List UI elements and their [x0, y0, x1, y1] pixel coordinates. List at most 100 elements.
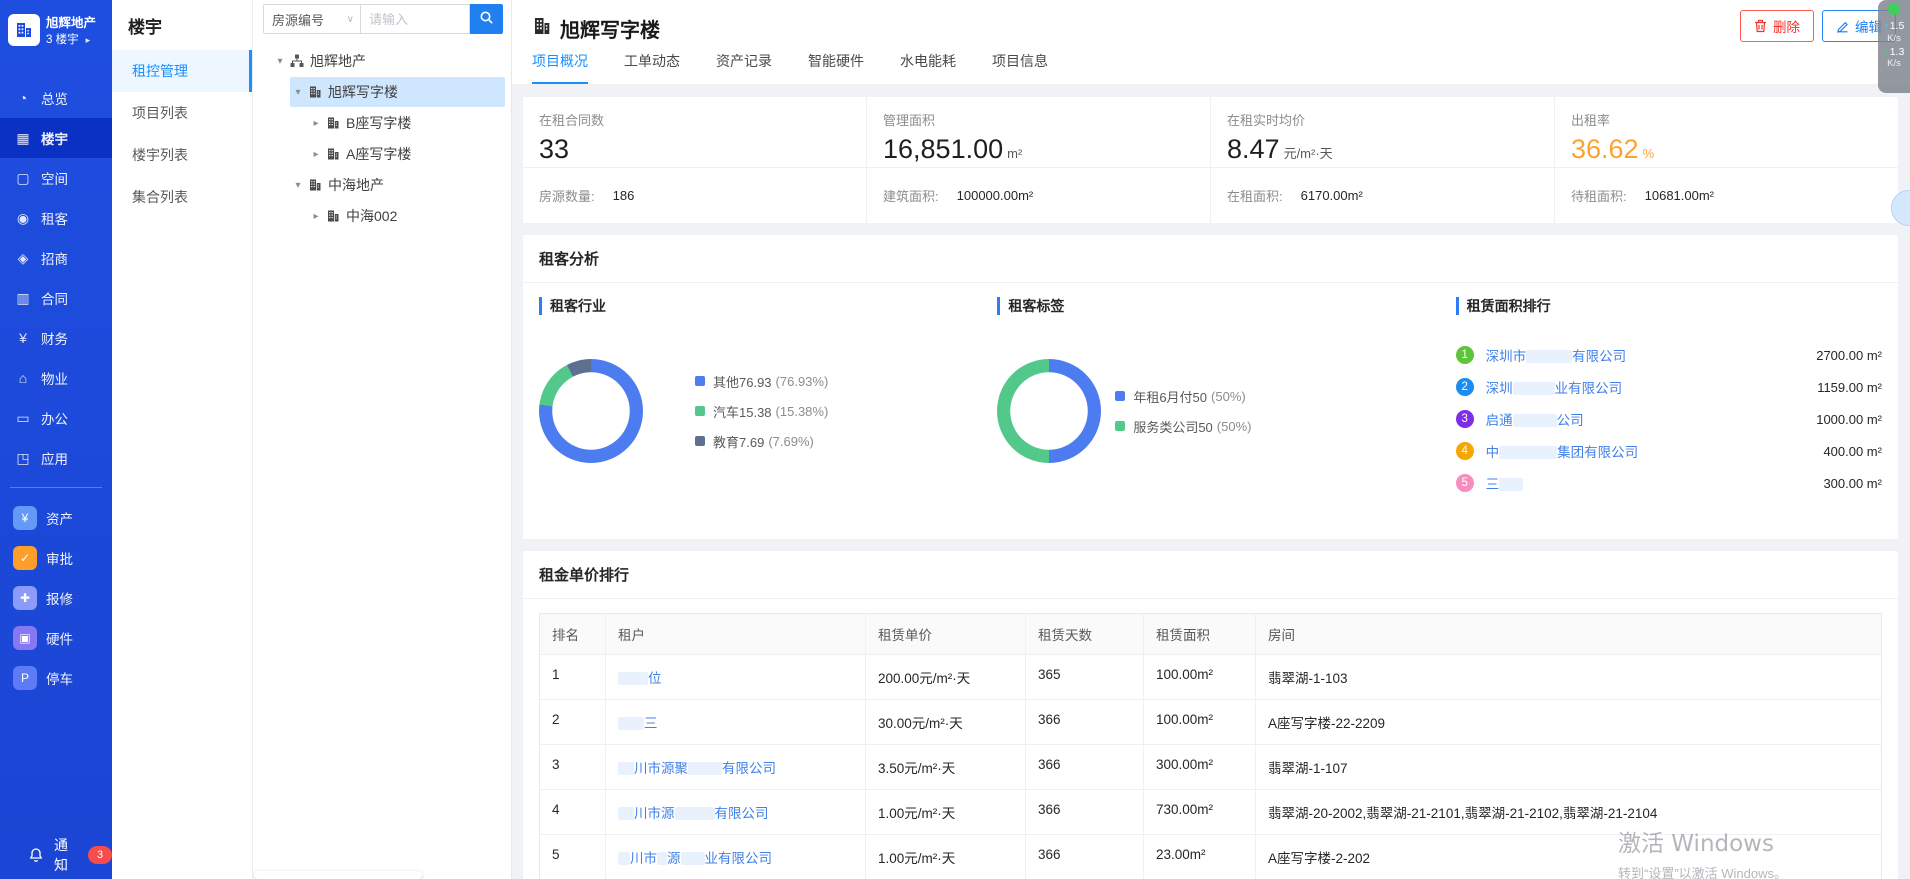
rank-cell: 5 [540, 835, 606, 879]
tab-utilities[interactable]: 水电能耗 [900, 51, 956, 84]
net-speed-overlay[interactable]: ↑1.5 K/s ↓1.3 K/s [1878, 0, 1910, 93]
sidebar-item-notifications[interactable]: 通知 3 [0, 837, 112, 873]
tab-work-orders[interactable]: 工单动态 [624, 51, 680, 84]
rooms-cell: A座写字楼-22-2209 [1256, 700, 1881, 744]
legend-label: 汽车15.38 [713, 402, 772, 421]
sidebar-item-space[interactable]: ▢空间 [0, 158, 112, 198]
column-header: 租赁面积 [1144, 614, 1256, 654]
sidebar-item-tenants[interactable]: ◉租客 [0, 198, 112, 238]
tree-node[interactable]: ▸中海002 [308, 201, 505, 231]
tree-node[interactable]: ▾旭辉写字楼 [290, 77, 505, 107]
legend-percent: (76.93%) [776, 374, 829, 389]
sidebar-item-property[interactable]: ⌂物业 [0, 358, 112, 398]
sidebar-item-label: 总览 [41, 88, 68, 108]
approval-icon: ✓ [13, 546, 37, 570]
collapse-arrow-icon[interactable]: ▾ [272, 56, 288, 67]
company-link[interactable]: 启通公司 [1486, 409, 1584, 429]
tenants-icon: ◉ [14, 210, 32, 227]
expand-arrow-icon[interactable]: ▸ [308, 149, 324, 160]
submenu-item-collection-list[interactable]: 集合列表 [112, 176, 252, 218]
delete-button[interactable]: 删除 [1740, 10, 1814, 42]
stat-出租率: 出租率36.62% [1555, 97, 1898, 167]
expand-caret-icon[interactable]: ▸ [86, 34, 91, 47]
company-link[interactable]: 中集团有限公司 [1486, 441, 1639, 461]
primary-nav: ◔总览▦楼宇▢空间◉租客◈招商▥合同¥财务⌂物业▭办公◳应用 [0, 78, 112, 478]
tenant-link[interactable]: 三 [618, 716, 658, 731]
collapse-arrow-icon[interactable]: ▾ [290, 87, 306, 98]
submenu-item-building-list[interactable]: 楼宇列表 [112, 134, 252, 176]
redaction-mask [1526, 350, 1572, 363]
tenant-name: 源 [667, 851, 681, 866]
ranking-row: 4中集团有限公司400.00 m² [1456, 435, 1882, 467]
tab-smart-hardware[interactable]: 智能硬件 [808, 51, 864, 84]
company-link[interactable]: 深圳市有限公司 [1486, 345, 1627, 365]
rank-badge: 2 [1456, 378, 1474, 396]
screen: 旭辉地产 3 楼宇 ▸ ◔总览▦楼宇▢空间◉租客◈招商▥合同¥财务⌂物业▭办公◳… [0, 0, 1910, 879]
rank-badge: 1 [1456, 346, 1474, 364]
sidebar-app-parking[interactable]: P停车 [0, 658, 112, 698]
price-cell: 1.00元/m²·天 [866, 835, 1026, 879]
sidebar-app-label: 停车 [46, 668, 73, 688]
ranking-row: 5三300.00 m² [1456, 467, 1882, 499]
column-header: 租赁单价 [866, 614, 1026, 654]
horizontal-scrollbar[interactable] [254, 871, 422, 879]
search-type-select[interactable]: 房源编号 ∨ [263, 4, 361, 34]
search-button[interactable] [470, 4, 503, 34]
substat-value: 10681.00m² [1645, 188, 1714, 203]
sidebar-item-contracts[interactable]: ▥合同 [0, 278, 112, 318]
building-icon [326, 209, 340, 223]
tenant-name: 三 [644, 716, 658, 731]
tenant-link[interactable]: 川市源聚有限公司 [618, 761, 776, 776]
submenu-item-rent-control[interactable]: 租控管理 [112, 50, 252, 92]
org-switcher[interactable]: 旭辉地产 3 楼宇 ▸ [0, 0, 112, 49]
stat-value: 33 [539, 134, 866, 165]
sidebar-item-office[interactable]: ▭办公 [0, 398, 112, 438]
tenant-name: 川市源聚 [634, 761, 688, 776]
price-rank-card: 租金单价排行 排名租户租赁单价租赁天数租赁面积房间1位200.00元/m²·天3… [523, 551, 1898, 879]
company-link[interactable]: 深圳业有限公司 [1486, 377, 1623, 397]
tenant-link[interactable]: 川市源有限公司 [618, 806, 769, 821]
expand-arrow-icon[interactable]: ▸ [308, 211, 324, 222]
collapse-arrow-icon[interactable]: ▾ [290, 180, 306, 191]
sidebar-app-hardware[interactable]: ▣硬件 [0, 618, 112, 658]
tree-node-label: B座写字楼 [346, 113, 411, 133]
legend-label: 年租6月付50 [1133, 387, 1207, 406]
tree-node[interactable]: ▾中海地产 [290, 170, 505, 200]
tenant-analysis-card: 租客分析 租客行业其他76.93(76.93%)汽车15.38(15.38%)教… [523, 235, 1898, 539]
rank-cell: 1 [540, 655, 606, 699]
tab-overview[interactable]: 项目概况 [532, 51, 588, 84]
sidebar-item-leasing[interactable]: ◈招商 [0, 238, 112, 278]
sidebar-app-approval[interactable]: ✓审批 [0, 538, 112, 578]
sidebar-item-label: 物业 [41, 368, 68, 388]
download-arrow-icon: ↓ [1884, 47, 1889, 58]
tree-node[interactable]: ▸ B座写字楼 [308, 108, 505, 138]
submenu-item-project-list[interactable]: 项目列表 [112, 92, 252, 134]
sidebar-item-finance[interactable]: ¥财务 [0, 318, 112, 358]
sidebar-item-label: 招商 [41, 248, 68, 268]
search-input[interactable] [361, 4, 470, 34]
sidebar-app-assets[interactable]: ¥资产 [0, 498, 112, 538]
days-cell: 366 [1026, 835, 1144, 879]
sidebar-item-buildings[interactable]: ▦楼宇 [0, 118, 112, 158]
tree-node[interactable]: ▸A座写字楼 [308, 139, 505, 169]
section-title: 租客标签 [997, 297, 1423, 315]
legend-swatch [695, 406, 705, 416]
tab-project-info[interactable]: 项目信息 [992, 51, 1048, 84]
expand-arrow-icon[interactable]: ▸ [308, 118, 324, 129]
legend-item: 汽车15.38(15.38%) [695, 402, 828, 421]
submenu-title: 楼宇 [112, 0, 252, 50]
search-bar: 房源编号 ∨ [252, 0, 511, 38]
sidebar-item-apps[interactable]: ◳应用 [0, 438, 112, 478]
tenant-link[interactable]: 川市源业有限公司 [618, 851, 772, 866]
apps-icon: ◳ [14, 450, 32, 467]
tenant-cell: 三 [606, 700, 866, 744]
sidebar-app-repair[interactable]: ✚报修 [0, 578, 112, 618]
tree-node[interactable]: ▾旭辉地产 [272, 46, 505, 76]
sidebar-item-overview[interactable]: ◔总览 [0, 78, 112, 118]
table-row: 3川市源聚有限公司3.50元/m²·天366300.00m²翡翠湖-1-107 [540, 744, 1881, 789]
ranking-row: 1深圳市有限公司2700.00 m² [1456, 339, 1882, 371]
company-link[interactable]: 三 [1486, 473, 1524, 493]
tab-asset-records[interactable]: 资产记录 [716, 51, 772, 84]
tenant-cell: 川市源业有限公司 [606, 835, 866, 879]
tenant-link[interactable]: 位 [618, 671, 662, 686]
